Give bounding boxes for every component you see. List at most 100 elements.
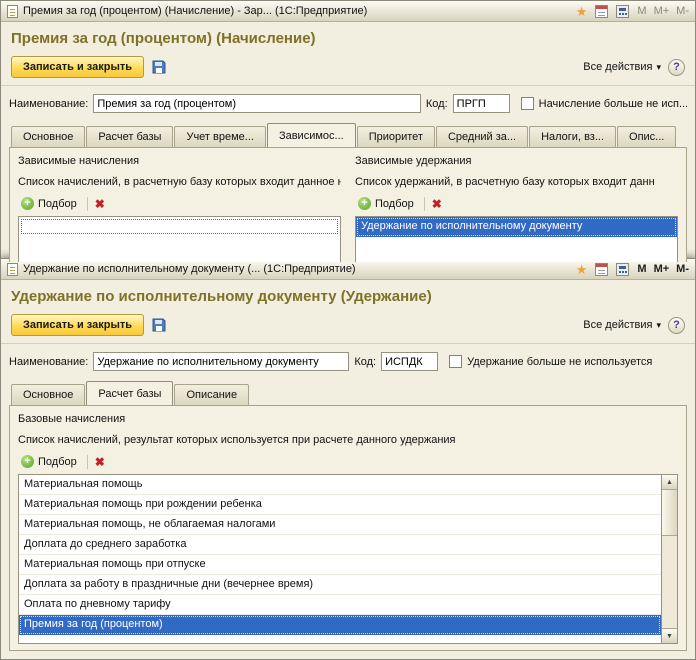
calculator-memory-buttons: М М+ М- xyxy=(637,263,689,275)
pick-button[interactable]: + Подбор xyxy=(18,196,80,211)
window-system-icon[interactable] xyxy=(7,4,18,18)
base-accruals-toolbar: + Подбор ✖ xyxy=(18,454,678,469)
pick-button-label: Подбор xyxy=(38,197,77,210)
window-title: Удержание по исполнительному документу (… xyxy=(23,263,356,275)
fields-row: Наименование: Код: Удержание больше не и… xyxy=(9,352,687,371)
list-item[interactable]: Премия за год (процентом) xyxy=(19,615,661,635)
calculator-icon[interactable] xyxy=(616,262,630,276)
save-close-button[interactable]: Записать и закрыть xyxy=(11,56,145,78)
list-item[interactable]: Материальная помощь при отпуске xyxy=(19,555,661,575)
tab-strip: Основное Расчет базы Описание xyxy=(9,381,687,405)
tab[interactable]: Средний за... xyxy=(435,126,529,147)
tab[interactable]: Основное xyxy=(11,384,86,405)
code-label: Код: xyxy=(354,355,377,368)
delete-icon[interactable]: ✖ xyxy=(95,198,105,210)
delete-icon[interactable]: ✖ xyxy=(432,198,442,210)
command-bar: Записать и закрыть Все действия ▾ ? xyxy=(1,311,695,344)
tab[interactable]: Опис... xyxy=(617,126,677,147)
pick-button[interactable]: + Подбор xyxy=(18,454,80,469)
pick-button[interactable]: + Подбор xyxy=(355,196,417,211)
memory-button[interactable]: М xyxy=(637,5,646,17)
titlebar[interactable]: Удержание по исполнительному документу (… xyxy=(1,259,695,280)
tab[interactable]: Основное xyxy=(11,126,86,147)
tab[interactable]: Приоритет xyxy=(356,126,435,147)
scroll-track[interactable] xyxy=(662,490,677,628)
memory-button[interactable]: М- xyxy=(676,263,689,275)
tab[interactable]: Налоги, вз... xyxy=(529,126,617,147)
not-used-checkbox-label: Начисление больше не исп... xyxy=(538,97,687,110)
list-item[interactable]: Материальная помощь, не облагаемая налог… xyxy=(19,515,661,535)
list-item[interactable]: Доплата до среднего заработка xyxy=(19,535,661,555)
code-input[interactable] xyxy=(452,94,510,113)
save-close-button[interactable]: Записать и закрыть xyxy=(11,314,145,336)
form-title: Удержание по исполнительному документу (… xyxy=(11,288,432,305)
memory-button[interactable]: М+ xyxy=(654,263,670,275)
calc-base-tab-panel: Базовые начисления Список начислений, ре… xyxy=(9,405,687,651)
titlebar-tools: ★ М М+ М- xyxy=(576,4,689,18)
tab[interactable]: Описание xyxy=(174,384,250,405)
save-icon[interactable] xyxy=(151,59,167,75)
not-used-checkbox[interactable] xyxy=(449,355,463,368)
name-input[interactable] xyxy=(93,94,421,113)
tab[interactable]: Зависимос... xyxy=(266,123,356,147)
all-actions-label: Все действия xyxy=(583,61,653,73)
scroll-up-button[interactable]: ▲ xyxy=(662,475,677,490)
not-used-checkbox[interactable] xyxy=(520,97,534,110)
all-actions-button[interactable]: Все действия ▾ xyxy=(583,61,661,73)
name-label: Наименование: xyxy=(9,97,89,110)
accruals-list[interactable] xyxy=(18,216,341,262)
list-item[interactable]: Доплата за работу в праздничные дни (веч… xyxy=(19,575,661,595)
vertical-scrollbar[interactable]: ▲ ▼ xyxy=(661,474,678,644)
calculator-icon[interactable] xyxy=(616,4,630,18)
window-body: Премия за год (процентом) (Начисление) З… xyxy=(1,22,695,262)
titlebar[interactable]: Премия за год (процентом) (Начисление) -… xyxy=(1,1,695,22)
all-actions-button[interactable]: Все действия ▾ xyxy=(583,319,661,331)
all-actions-label: Все действия xyxy=(583,319,653,331)
delete-icon[interactable]: ✖ xyxy=(95,456,105,468)
calendar-icon[interactable] xyxy=(595,262,609,276)
plus-icon: + xyxy=(21,455,34,468)
tab[interactable]: Расчет базы xyxy=(86,126,174,147)
scroll-down-button[interactable]: ▼ xyxy=(662,628,677,643)
pick-button-label: Подбор xyxy=(38,455,77,468)
favorites-star-icon[interactable]: ★ xyxy=(576,263,588,276)
tab[interactable]: Расчет базы xyxy=(86,381,174,405)
memory-button[interactable]: М xyxy=(637,263,646,275)
help-button[interactable]: ? xyxy=(668,316,685,334)
list-item[interactable]: Материальная помощь при рождении ребенка xyxy=(19,495,661,515)
base-accruals-description: Список начислений, результат которых исп… xyxy=(18,434,456,446)
titlebar-tools: ★ М М+ М- xyxy=(576,262,689,276)
tab[interactable]: Учет време... xyxy=(174,126,266,147)
deductions-group-description: Список удержаний, в расчетную базу котор… xyxy=(355,176,655,188)
code-input[interactable] xyxy=(381,352,439,371)
window-body: Удержание по исполнительному документу (… xyxy=(1,280,695,659)
calculator-memory-buttons: М М+ М- xyxy=(637,5,689,17)
window-title: Премия за год (процентом) (Начисление) -… xyxy=(23,5,368,17)
deductions-list[interactable]: Удержание по исполнительному документу xyxy=(355,216,678,262)
name-label: Наименование: xyxy=(9,355,89,368)
command-bar: Записать и закрыть Все действия ▾ ? xyxy=(1,53,695,86)
deductions-toolbar: + Подбор ✖ xyxy=(355,196,678,211)
save-icon[interactable] xyxy=(151,317,167,333)
memory-button[interactable]: М- xyxy=(676,5,689,17)
toolbar-separator xyxy=(86,454,88,469)
form-title: Премия за год (процентом) (Начисление) xyxy=(11,30,316,47)
not-used-checkbox-label: Удержание больше не используется xyxy=(467,355,653,368)
list-item[interactable]: Оплата по дневному тарифу xyxy=(19,595,661,615)
scroll-thumb[interactable] xyxy=(662,490,677,536)
list-item[interactable]: Удержание по исполнительному документу xyxy=(356,217,677,237)
list-item[interactable]: Материальная помощь xyxy=(19,475,661,495)
memory-button[interactable]: М+ xyxy=(654,5,670,17)
pick-button-label: Подбор xyxy=(375,197,414,210)
window-system-icon[interactable] xyxy=(7,262,18,276)
name-input[interactable] xyxy=(93,352,350,371)
dependent-deductions-column: Зависимые удержания Список удержаний, в … xyxy=(355,154,678,262)
calendar-icon[interactable] xyxy=(595,4,609,18)
base-accruals-group-title: Базовые начисления xyxy=(18,413,126,425)
accruals-group-description: Список начислений, в расчетную базу кото… xyxy=(18,176,341,188)
base-accruals-list[interactable]: Материальная помощь Материальная помощь п… xyxy=(18,474,661,644)
help-button[interactable]: ? xyxy=(668,58,685,76)
empty-focus-row[interactable] xyxy=(21,219,338,234)
base-accruals-list-area: Материальная помощь Материальная помощь п… xyxy=(18,474,678,644)
favorites-star-icon[interactable]: ★ xyxy=(576,5,588,18)
